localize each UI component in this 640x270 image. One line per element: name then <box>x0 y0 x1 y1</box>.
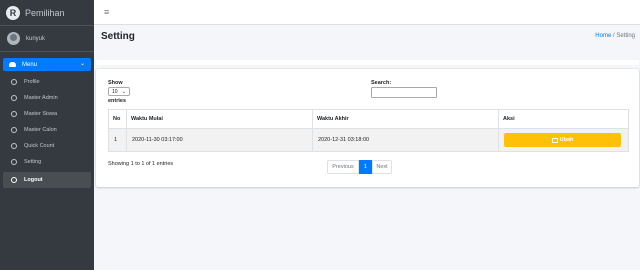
chevron-down-icon: ⌄ <box>79 61 85 67</box>
brand-link[interactable]: R Pemilihan <box>0 0 94 26</box>
menu-label: Menu <box>22 61 38 68</box>
sidebar-item-master-admin[interactable]: Master Admin <box>3 90 91 106</box>
sidebar-item-label: Master Calon <box>24 127 57 133</box>
table-header-row: No Waktu Mulai Waktu Akhir Aksi <box>108 109 629 129</box>
circle-icon <box>11 177 17 183</box>
setting-card: Show 10 ⌄ entries Search: No Waktu Mulai… <box>96 69 639 187</box>
sidebar-item-master-calon[interactable]: Master Calon <box>3 122 91 138</box>
pagination-page-1-button[interactable]: 1 <box>359 160 372 174</box>
entries-label: entries <box>108 98 127 104</box>
search-label: Search: <box>371 80 392 86</box>
cell-waktu-akhir: 2020-12-31 03:18:00 <box>312 128 499 152</box>
brand-title: Pemilihan <box>25 7 65 18</box>
chevron-down-icon: ⌄ <box>121 89 126 95</box>
avatar <box>7 32 20 45</box>
brand-logo-icon: R <box>6 5 20 20</box>
sidebar-item-profile[interactable]: Profile <box>3 74 91 90</box>
cell-aksi: Ubah <box>498 128 629 152</box>
column-header-aksi[interactable]: Aksi <box>498 109 629 129</box>
breadcrumb-current: Setting <box>616 33 635 39</box>
dashboard-icon <box>9 62 16 67</box>
page-title: Setting <box>101 31 135 42</box>
circle-icon <box>11 127 17 133</box>
pagination-previous-button[interactable]: Previous <box>327 160 359 174</box>
breadcrumb-home-link[interactable]: Home <box>595 33 611 39</box>
column-header-waktu-mulai[interactable]: Waktu Mulai <box>126 109 313 129</box>
show-label: Show <box>108 80 123 86</box>
length-value: 10 <box>112 88 118 95</box>
pagination-next-button[interactable]: Next <box>372 160 392 174</box>
column-header-no[interactable]: No <box>108 109 127 129</box>
sidebar-item-label: Setting <box>24 159 42 165</box>
sidebar-item-label: Logout <box>24 177 43 183</box>
ubah-button[interactable]: Ubah <box>504 133 621 147</box>
sidebar-item-label: Quick Count <box>24 143 55 149</box>
circle-icon <box>11 111 17 117</box>
search-input[interactable] <box>371 87 437 98</box>
sidebar: R Pemilihan kunyuk Menu ⌄ Profile Master… <box>0 0 94 270</box>
setting-table: No Waktu Mulai Waktu Akhir Aksi 1 2020-1… <box>108 109 629 152</box>
sidebar-menu-toggle[interactable]: Menu ⌄ <box>3 58 91 71</box>
table-info: Showing 1 to 1 of 1 entries <box>108 161 174 167</box>
sidebar-item-label: Master Admin <box>24 95 58 101</box>
breadcrumb-separator: / <box>612 33 615 39</box>
cell-waktu-mulai: 2020-11-30 03:17:00 <box>126 128 313 152</box>
sidebar-item-quick-count[interactable]: Quick Count <box>3 138 91 154</box>
sidebar-item-label: Profile <box>24 79 40 85</box>
circle-icon <box>11 95 17 101</box>
sidebar-item-master-siswa[interactable]: Master Siswa <box>3 106 91 122</box>
user-panel[interactable]: kunyuk <box>0 26 94 52</box>
pagination: Previous 1 Next <box>327 160 392 174</box>
table-row: 1 2020-11-30 03:17:00 2020-12-31 03:18:0… <box>108 128 629 152</box>
column-header-waktu-akhir[interactable]: Waktu Akhir <box>312 109 499 129</box>
top-navbar: ≡ <box>94 0 640 25</box>
circle-icon <box>11 79 17 85</box>
sidebar-item-setting[interactable]: Setting <box>3 154 91 170</box>
ubah-button-label: Ubah <box>559 137 574 143</box>
breadcrumb: Home / Setting <box>595 33 635 39</box>
user-name: kunyuk <box>26 35 46 42</box>
circle-icon <box>11 143 17 149</box>
edit-icon <box>551 137 558 143</box>
cell-no: 1 <box>108 128 127 152</box>
hamburger-menu-icon[interactable]: ≡ <box>104 7 109 17</box>
sidebar-item-label: Master Siswa <box>24 111 58 117</box>
card-header-strip <box>96 60 639 65</box>
sidebar-item-logout[interactable]: Logout <box>3 172 91 188</box>
entries-length-select[interactable]: 10 ⌄ <box>108 87 130 96</box>
circle-icon <box>11 159 17 165</box>
